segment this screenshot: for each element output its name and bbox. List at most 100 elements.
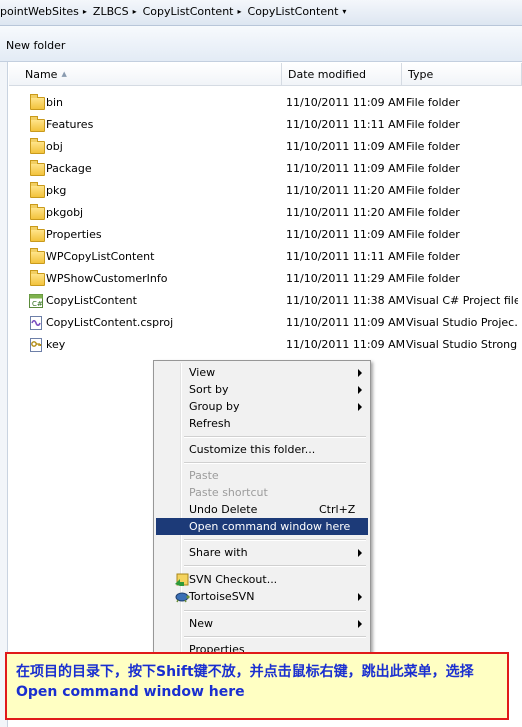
file-date: 11/10/2011 11:38 AM bbox=[286, 294, 404, 307]
menu-item-label: Paste bbox=[189, 469, 219, 482]
file-type: Visual Studio Strong… bbox=[406, 338, 518, 351]
file-row[interactable]: C# CopyListContent 11/10/2011 11:38 AM V… bbox=[10, 290, 522, 312]
breadcrumb-item[interactable]: pointWebSites bbox=[0, 5, 79, 18]
chevron-right-icon[interactable]: ▸ bbox=[133, 7, 137, 16]
menu-item-customize[interactable]: Customize this folder... bbox=[156, 441, 368, 458]
menu-separator bbox=[184, 462, 366, 464]
file-date: 11/10/2011 11:20 AM bbox=[286, 206, 404, 219]
file-name: Properties bbox=[46, 228, 102, 241]
file-date: 11/10/2011 11:11 AM bbox=[286, 250, 404, 263]
menu-item-label: View bbox=[189, 366, 216, 379]
file-type: File folder bbox=[406, 206, 460, 219]
chevron-right-icon[interactable]: ▸ bbox=[83, 7, 87, 16]
menu-item-share-with[interactable]: Share with bbox=[156, 544, 368, 561]
file-type: File folder bbox=[406, 184, 460, 197]
menu-item-tortoisesvn[interactable]: TortoiseSVN bbox=[156, 588, 368, 605]
menu-item-refresh[interactable]: Refresh bbox=[156, 415, 368, 432]
menu-item-label: Paste shortcut bbox=[189, 486, 268, 499]
annotation-callout: 在项目的目录下，按下Shift键不放，并点击鼠标右键，跳出此菜单，选择Open … bbox=[5, 652, 509, 720]
submenu-arrow-icon bbox=[358, 386, 362, 394]
file-name: CopyListContent.csproj bbox=[46, 316, 174, 329]
file-row[interactable]: pkg 11/10/2011 11:20 AM File folder bbox=[10, 180, 522, 202]
breadcrumb-item[interactable]: ZLBCS bbox=[93, 5, 129, 18]
menu-item-open-command-window[interactable]: Open command window here bbox=[156, 518, 368, 535]
submenu-arrow-icon bbox=[358, 403, 362, 411]
file-row[interactable]: key 11/10/2011 11:09 AM Visual Studio St… bbox=[10, 334, 522, 356]
file-row[interactable]: CopyListContent.csproj 11/10/2011 11:09 … bbox=[10, 312, 522, 334]
file-date: 11/10/2011 11:09 AM bbox=[286, 228, 404, 241]
file-date: 11/10/2011 11:09 AM bbox=[286, 162, 404, 175]
file-row[interactable]: Properties 11/10/2011 11:09 AM File fold… bbox=[10, 224, 522, 246]
folder-icon bbox=[30, 182, 45, 198]
menu-item-svn-checkout[interactable]: SVN Checkout... bbox=[156, 571, 368, 588]
folder-icon bbox=[30, 94, 45, 110]
file-row[interactable]: Features 11/10/2011 11:11 AM File folder bbox=[10, 114, 522, 136]
key-icon bbox=[30, 338, 42, 352]
folder-icon bbox=[30, 160, 45, 176]
file-type: File folder bbox=[406, 250, 460, 263]
file-row[interactable]: WPCopyListContent 11/10/2011 11:11 AM Fi… bbox=[10, 246, 522, 268]
file-name: key bbox=[46, 338, 66, 351]
new-folder-button[interactable]: New folder bbox=[6, 39, 65, 52]
menu-item-label: Sort by bbox=[189, 383, 229, 396]
column-header-type[interactable]: Type bbox=[402, 63, 522, 86]
tortoise-icon bbox=[175, 592, 190, 603]
file-name: WPShowCustomerInfo bbox=[46, 272, 168, 285]
column-header-date-label: Date modified bbox=[288, 68, 366, 81]
menu-item-sort-by[interactable]: Sort by bbox=[156, 381, 368, 398]
menu-item-view[interactable]: View bbox=[156, 364, 368, 381]
menu-separator bbox=[184, 539, 366, 541]
file-row[interactable]: Package 11/10/2011 11:09 AM File folder bbox=[10, 158, 522, 180]
file-date: 11/10/2011 11:09 AM bbox=[286, 140, 404, 153]
csharp-project-icon: C# bbox=[29, 294, 43, 308]
menu-item-label: Refresh bbox=[189, 417, 231, 430]
menu-item-label: Open command window here bbox=[189, 520, 351, 533]
folder-icon bbox=[30, 116, 45, 132]
chevron-down-icon[interactable]: ▾ bbox=[342, 7, 346, 16]
file-date: 11/10/2011 11:20 AM bbox=[286, 184, 404, 197]
menu-item-label: Group by bbox=[189, 400, 240, 413]
menu-separator bbox=[184, 565, 366, 567]
menu-item-paste-shortcut: Paste shortcut bbox=[156, 484, 368, 501]
file-row[interactable]: bin 11/10/2011 11:09 AM File folder bbox=[10, 92, 522, 114]
submenu-arrow-icon bbox=[358, 369, 362, 377]
menu-item-undo-delete[interactable]: Undo Delete Ctrl+Z bbox=[156, 501, 368, 518]
navigation-pane[interactable] bbox=[0, 62, 8, 727]
menu-item-group-by[interactable]: Group by bbox=[156, 398, 368, 415]
file-row[interactable]: pkgobj 11/10/2011 11:20 AM File folder bbox=[10, 202, 522, 224]
folder-icon bbox=[30, 226, 45, 242]
chevron-right-icon[interactable]: ▸ bbox=[238, 7, 242, 16]
file-type: Visual Studio Projec… bbox=[406, 316, 518, 329]
address-bar[interactable]: pointWebSites ▸ ZLBCS ▸ CopyListContent ▸ Copy… bbox=[0, 0, 522, 26]
file-name: pkg bbox=[46, 184, 67, 197]
annotation-text: 在项目的目录下，按下Shift键不放，并点击鼠标右键，跳出此菜单，选择Open … bbox=[16, 664, 474, 700]
file-row[interactable]: obj 11/10/2011 11:09 AM File folder bbox=[10, 136, 522, 158]
file-type: File folder bbox=[406, 140, 460, 153]
file-date: 11/10/2011 11:29 AM bbox=[286, 272, 404, 285]
file-type: File folder bbox=[406, 272, 460, 285]
menu-item-label: New bbox=[189, 617, 213, 630]
menu-separator bbox=[184, 610, 366, 612]
file-type: File folder bbox=[406, 96, 460, 109]
menu-item-new[interactable]: New bbox=[156, 615, 368, 632]
file-type: File folder bbox=[406, 118, 460, 131]
submenu-arrow-icon bbox=[358, 549, 362, 557]
breadcrumb-item[interactable]: CopyListContent bbox=[143, 5, 234, 18]
file-type: File folder bbox=[406, 162, 460, 175]
submenu-arrow-icon bbox=[358, 620, 362, 628]
menu-item-paste: Paste bbox=[156, 467, 368, 484]
command-bar: New folder bbox=[0, 26, 522, 62]
menu-item-label: Share with bbox=[189, 546, 248, 559]
file-row[interactable]: WPShowCustomerInfo 11/10/2011 11:29 AM F… bbox=[10, 268, 522, 290]
column-header-date[interactable]: Date modified bbox=[282, 63, 402, 86]
menu-separator bbox=[184, 636, 366, 638]
breadcrumb-item[interactable]: CopyListContent bbox=[248, 5, 339, 18]
context-menu: View Sort by Group by Refresh Customize … bbox=[153, 360, 371, 660]
file-name: Features bbox=[46, 118, 94, 131]
svn-checkout-icon bbox=[175, 573, 189, 586]
menu-separator bbox=[184, 436, 366, 438]
column-header-name-label: Name bbox=[25, 68, 58, 81]
column-header-type-label: Type bbox=[408, 68, 434, 81]
menu-item-label: SVN Checkout... bbox=[189, 573, 278, 586]
column-header-name[interactable]: Name ▲ bbox=[9, 63, 282, 86]
